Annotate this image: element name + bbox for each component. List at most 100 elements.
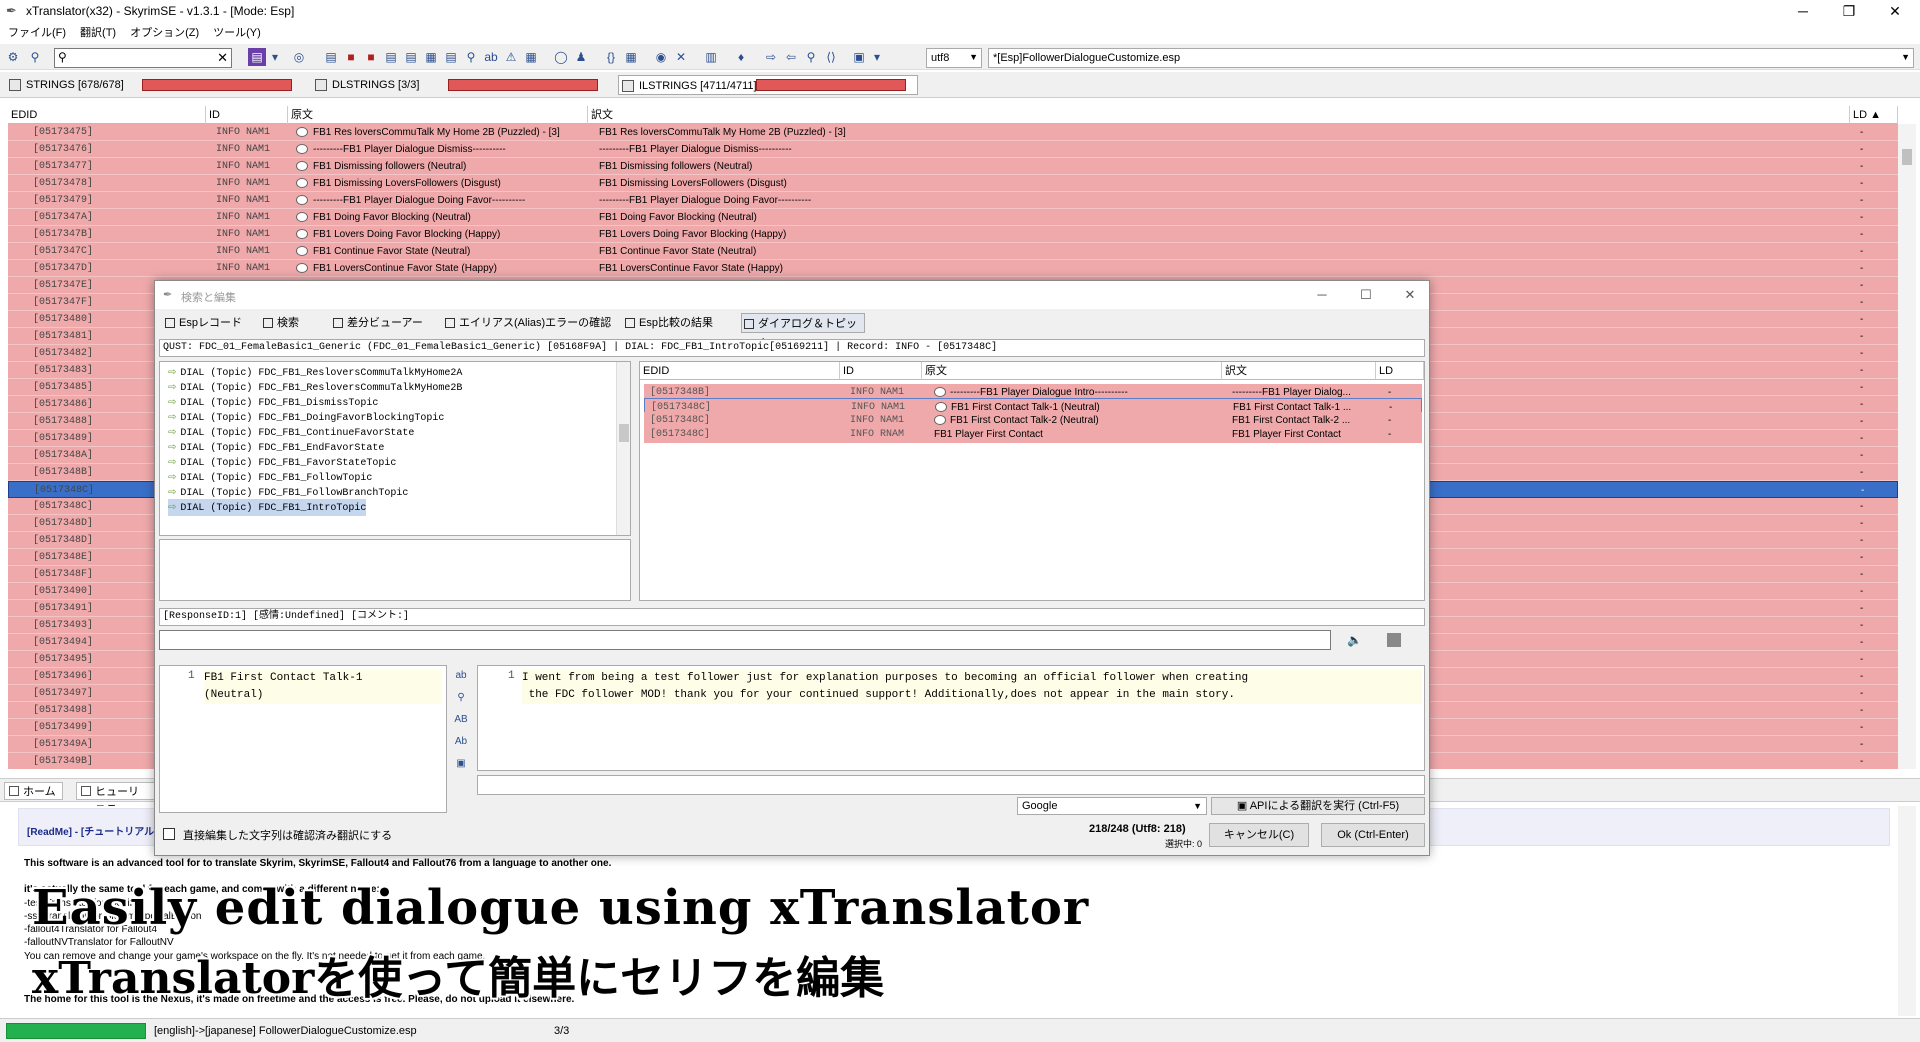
row-ld: - <box>1860 127 1864 138</box>
table-row[interactable]: [05173477] INFO NAM1 FB1 Dismissing follow… <box>8 158 1898 175</box>
spellcheck-icon[interactable]: ab <box>454 669 468 683</box>
grid-scrollbar[interactable] <box>1898 124 1916 769</box>
tree-item[interactable]: ⇨ DIAL (Topic) FDC_FB1_IntroTopic <box>168 499 367 516</box>
encoding-select[interactable]: utf8 ▼ <box>926 48 982 68</box>
col-ld[interactable]: LD ▲ <box>1850 106 1898 124</box>
clear-search-icon[interactable]: ✕ <box>217 50 228 66</box>
translation-engine-select[interactable]: Google ▼ <box>1017 797 1207 815</box>
api-translate-button[interactable]: ▣ APIによる翻訳を実行 (Ctrl-F5) <box>1211 797 1425 815</box>
list-view-3-icon[interactable]: ▤ <box>402 48 420 66</box>
ok-button[interactable]: Ok (Ctrl-Enter) <box>1321 823 1425 847</box>
copy-source-icon[interactable]: ▣ <box>454 757 468 771</box>
col-id[interactable]: ID <box>206 106 288 124</box>
scroll-thumb[interactable] <box>619 424 629 442</box>
settings-icon[interactable]: ⚙ <box>4 48 22 66</box>
translation-notes-box[interactable] <box>477 775 1425 795</box>
sub-col-id[interactable]: ID <box>840 362 922 380</box>
script-icon[interactable]: ⟨⟩ <box>822 48 840 66</box>
file-select[interactable]: *[Esp]FollowerDialogueCustomize.esp ▼ <box>988 48 1914 68</box>
menu-translate[interactable]: 翻訳(T) <box>80 24 116 40</box>
red-block-2-icon[interactable]: ■ <box>362 48 380 66</box>
dialog-minimize-button[interactable]: ─ <box>1307 285 1337 305</box>
row-id: INFO NAM1 <box>216 246 271 257</box>
find-user-icon[interactable]: ⚲ <box>454 691 468 705</box>
find-user-icon[interactable]: ⚲ <box>802 48 820 66</box>
comment-input[interactable] <box>159 630 1331 650</box>
tree-scrollbar[interactable] <box>616 362 630 535</box>
col-source[interactable]: 原文 <box>288 106 588 124</box>
mark-validated-checkbox[interactable] <box>163 828 175 840</box>
response-row[interactable]: [0517348C] INFO RNAM FB1 Player First Cont… <box>644 426 1422 443</box>
close-button[interactable]: ✕ <box>1872 0 1918 22</box>
comment-icon[interactable]: ◯ <box>552 48 570 66</box>
col-edid[interactable]: EDID <box>8 106 206 124</box>
merge-icon[interactable]: ▦ <box>622 48 640 66</box>
user-icon[interactable]: ♟ <box>572 48 590 66</box>
red-block-icon[interactable]: ■ <box>342 48 360 66</box>
row-edid: [05173481] <box>33 331 94 342</box>
tab-home[interactable]: ホーム <box>4 782 63 800</box>
delete-icon[interactable]: ✕ <box>672 48 690 66</box>
table-row[interactable]: [0517347A] INFO NAM1 FB1 Doing Favor Block… <box>8 209 1898 226</box>
warning-icon[interactable]: ⚠ <box>502 48 520 66</box>
sub-col-edid[interactable]: EDID <box>640 362 840 380</box>
scroll-thumb[interactable] <box>1902 149 1912 165</box>
table-row[interactable]: [05173478] INFO NAM1 FB1 Dismissing Lovers… <box>8 175 1898 192</box>
filter-icon[interactable]: ▤ <box>248 48 266 66</box>
table-row[interactable]: [0517347B] INFO NAM1 FB1 Lovers Doing Favo… <box>8 226 1898 243</box>
tab-diff-viewer[interactable]: 差分ビューアー <box>331 313 431 333</box>
menu-options[interactable]: オプション(Z) <box>130 24 199 40</box>
translation-text-box[interactable]: 1 I went from being a test follower just… <box>477 665 1425 771</box>
import-icon[interactable]: ⇨ <box>762 48 780 66</box>
list-view-icon[interactable]: ▤ <box>322 48 340 66</box>
tab-heuristics[interactable]: ヒューリステ <box>76 782 156 816</box>
list-view-2-icon[interactable]: ▤ <box>382 48 400 66</box>
yellow-list-icon[interactable]: ▤ <box>442 48 460 66</box>
table-row[interactable]: [05173476] INFO NAM1 ---------FB1 Player D… <box>8 141 1898 158</box>
minimize-button[interactable]: ─ <box>1780 0 1826 22</box>
dropdown-arrow-icon[interactable]: ▾ <box>266 48 284 66</box>
table-row[interactable]: [0517347D] INFO NAM1 FB1 LoversContinue Fa… <box>8 260 1898 277</box>
row-ld: - <box>1860 399 1864 410</box>
tab-esp-compare[interactable]: Esp比較の結果 <box>623 313 733 333</box>
export-icon[interactable]: ⇦ <box>782 48 800 66</box>
capitalize-icon[interactable]: Ab <box>454 735 468 749</box>
cancel-button[interactable]: キャンセル(C) <box>1209 823 1309 847</box>
menu-tools[interactable]: ツール(Y) <box>213 24 261 40</box>
tab-alias-errors[interactable]: エイリアス(Alias)エラーの確認 <box>443 313 613 333</box>
lightbulb-icon[interactable]: ♦ <box>732 48 750 66</box>
compass-icon[interactable]: ◉ <box>652 48 670 66</box>
speaker-icon[interactable]: 🔈 <box>1347 633 1362 647</box>
col-translation[interactable]: 訳文 <box>588 106 1850 124</box>
tab-dialog-topic[interactable]: ダイアログ＆トピック <box>741 313 865 350</box>
find-icon[interactable]: ⚲ <box>26 48 44 66</box>
sub-col-ld[interactable]: LD <box>1376 362 1424 380</box>
dialog-maximize-button[interactable]: ☐ <box>1351 285 1381 305</box>
monitor-icon[interactable]: ▣ <box>850 48 868 66</box>
edit-tools: ab ⚲ AB Ab ▣ <box>451 665 471 805</box>
play-audio-icon[interactable] <box>1387 633 1401 647</box>
brackets-icon[interactable]: {} <box>602 48 620 66</box>
tab-label: 差分ビューアー <box>347 317 423 329</box>
monitor-dropdown-icon[interactable]: ▾ <box>868 48 886 66</box>
sub-col-translation[interactable]: 訳文 <box>1222 362 1376 380</box>
table-row[interactable]: [05173479] INFO NAM1 ---------FB1 Player D… <box>8 192 1898 209</box>
translation-text[interactable]: I went from being a test follower just f… <box>522 670 1422 704</box>
sub-col-source[interactable]: 原文 <box>922 362 1222 380</box>
menu-file[interactable]: ファイル(F) <box>8 24 66 40</box>
tab-esp-records[interactable]: Espレコード <box>163 313 253 333</box>
table-row[interactable]: [0517347C] INFO NAM1 FB1 Continue Favor St… <box>8 243 1898 260</box>
table-row[interactable]: [05173475] INFO NAM1 FB1 Res loversCommuTa… <box>8 124 1898 141</box>
search-tool-icon[interactable]: ⚲ <box>462 48 480 66</box>
tab-search[interactable]: 検索 <box>261 313 321 333</box>
readme-scrollbar[interactable] <box>1898 806 1916 1016</box>
spellcheck-icon[interactable]: ab <box>482 48 500 66</box>
restore-button[interactable]: ❐ <box>1826 0 1872 22</box>
grid-lock-icon[interactable]: ▦ <box>522 48 540 66</box>
grid-view-icon[interactable]: ▦ <box>422 48 440 66</box>
dialog-close-button[interactable]: ✕ <box>1395 285 1425 305</box>
columns-icon[interactable]: ▥ <box>702 48 720 66</box>
search-input[interactable]: ⚲ ✕ <box>54 48 232 68</box>
target-icon[interactable]: ◎ <box>290 48 308 66</box>
uppercase-icon[interactable]: AB <box>454 713 468 727</box>
